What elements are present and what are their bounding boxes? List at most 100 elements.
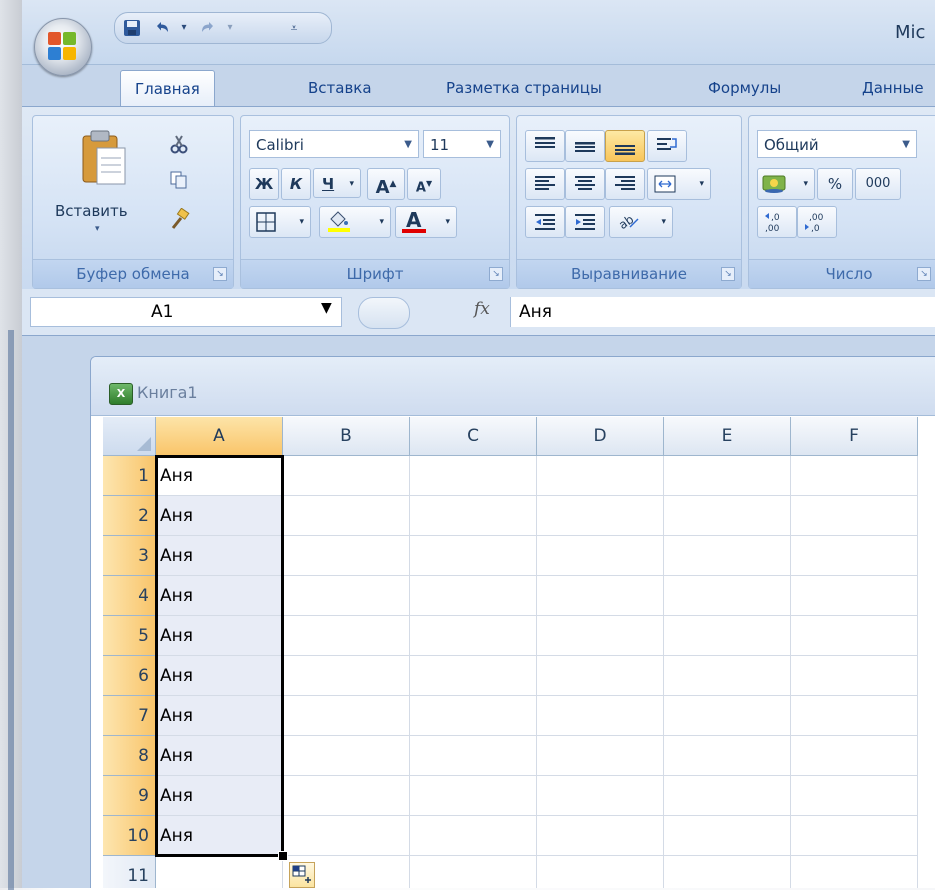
column-header-e[interactable]: E: [664, 417, 791, 456]
auto-fill-options-icon[interactable]: [289, 862, 315, 888]
paste-label[interactable]: Вставить: [55, 202, 128, 220]
cell-b5[interactable]: [283, 616, 410, 656]
cell-c4[interactable]: [410, 576, 537, 616]
column-header-b[interactable]: B: [283, 417, 410, 456]
tab-insert[interactable]: Вставка: [308, 70, 372, 106]
cell-b8[interactable]: [283, 736, 410, 776]
copy-icon[interactable]: [169, 170, 189, 194]
cell-d10[interactable]: [537, 816, 664, 856]
cell-e10[interactable]: [664, 816, 791, 856]
cell-c1[interactable]: [410, 456, 537, 496]
font-name-dropdown-icon[interactable]: ▼: [404, 131, 412, 159]
cell-a5[interactable]: Аня: [156, 616, 283, 656]
row-header-5[interactable]: 5: [103, 616, 156, 656]
cell-f11[interactable]: [791, 856, 918, 888]
formula-input[interactable]: Аня: [510, 297, 935, 327]
cell-d5[interactable]: [537, 616, 664, 656]
row-header-2[interactable]: 2: [103, 496, 156, 536]
cell-c9[interactable]: [410, 776, 537, 816]
cell-a2[interactable]: Аня: [156, 496, 283, 536]
number-launcher-icon[interactable]: ↘: [917, 267, 931, 281]
row-header-3[interactable]: 3: [103, 536, 156, 576]
row-header-1[interactable]: 1: [103, 456, 156, 496]
row-header-6[interactable]: 6: [103, 656, 156, 696]
font-name-combo[interactable]: Calibri ▼: [249, 130, 419, 158]
cell-b3[interactable]: [283, 536, 410, 576]
fill-handle[interactable]: [278, 851, 288, 861]
save-icon[interactable]: [123, 19, 141, 37]
cell-a4[interactable]: Аня: [156, 576, 283, 616]
cell-a7[interactable]: Аня: [156, 696, 283, 736]
cell-b7[interactable]: [283, 696, 410, 736]
underline-dropdown-icon[interactable]: ▾: [349, 169, 354, 199]
font-color-dropdown-icon[interactable]: ▾: [445, 207, 450, 237]
cell-c11[interactable]: [410, 856, 537, 888]
row-header-4[interactable]: 4: [103, 576, 156, 616]
cell-c5[interactable]: [410, 616, 537, 656]
row-header-9[interactable]: 9: [103, 776, 156, 816]
column-header-c[interactable]: C: [410, 417, 537, 456]
redo-icon[interactable]: [199, 19, 217, 37]
name-box-dropdown-icon[interactable]: ▼: [321, 300, 332, 316]
align-center-button[interactable]: [565, 168, 605, 200]
cell-e9[interactable]: [664, 776, 791, 816]
office-button[interactable]: [34, 18, 92, 76]
tab-formulas[interactable]: Формулы: [708, 70, 781, 106]
font-size-dropdown-icon[interactable]: ▼: [486, 131, 494, 159]
cell-f5[interactable]: [791, 616, 918, 656]
thousands-button[interactable]: 000: [855, 168, 901, 200]
cell-a10[interactable]: Аня: [156, 816, 283, 856]
font-color-button[interactable]: A ▾: [395, 206, 457, 238]
grow-font-button[interactable]: A▲: [367, 168, 405, 200]
wrap-text-button[interactable]: [647, 130, 687, 162]
column-header-d[interactable]: D: [537, 417, 664, 456]
cell-a8[interactable]: Аня: [156, 736, 283, 776]
cell-c8[interactable]: [410, 736, 537, 776]
merge-center-button[interactable]: ▾: [647, 168, 711, 200]
increase-indent-button[interactable]: [565, 206, 605, 238]
cell-f7[interactable]: [791, 696, 918, 736]
paste-dropdown-icon[interactable]: ▾: [95, 224, 100, 234]
cell-d11[interactable]: [537, 856, 664, 888]
orientation-button[interactable]: ab ▾: [609, 206, 673, 238]
clipboard-launcher-icon[interactable]: ↘: [213, 267, 227, 281]
number-format-dropdown-icon[interactable]: ▼: [902, 131, 910, 159]
column-header-a[interactable]: A: [156, 417, 283, 456]
cell-d1[interactable]: [537, 456, 664, 496]
cell-e3[interactable]: [664, 536, 791, 576]
cell-f9[interactable]: [791, 776, 918, 816]
formula-splitter[interactable]: [358, 297, 410, 329]
percent-button[interactable]: %: [817, 168, 853, 200]
shrink-font-button[interactable]: A▼: [407, 168, 441, 200]
cell-e6[interactable]: [664, 656, 791, 696]
cell-f8[interactable]: [791, 736, 918, 776]
cell-b10[interactable]: [283, 816, 410, 856]
cell-a3[interactable]: Аня: [156, 536, 283, 576]
cell-d3[interactable]: [537, 536, 664, 576]
cell-d8[interactable]: [537, 736, 664, 776]
cell-f6[interactable]: [791, 656, 918, 696]
underline-button[interactable]: Ч ▾: [313, 168, 361, 198]
currency-button[interactable]: ▾: [757, 168, 815, 200]
italic-button[interactable]: К: [281, 168, 311, 200]
increase-decimal-button[interactable]: ,0,00: [757, 206, 797, 238]
cell-a11[interactable]: [156, 856, 283, 888]
cell-c10[interactable]: [410, 816, 537, 856]
tab-page-layout[interactable]: Разметка страницы: [446, 70, 602, 106]
fill-color-dropdown-icon[interactable]: ▾: [379, 207, 384, 237]
cell-f10[interactable]: [791, 816, 918, 856]
row-header-10[interactable]: 10: [103, 816, 156, 856]
name-box[interactable]: A1 ▼: [30, 297, 342, 327]
cell-d9[interactable]: [537, 776, 664, 816]
merge-dropdown-icon[interactable]: ▾: [699, 169, 704, 199]
cell-d7[interactable]: [537, 696, 664, 736]
cell-d2[interactable]: [537, 496, 664, 536]
cell-b4[interactable]: [283, 576, 410, 616]
row-header-7[interactable]: 7: [103, 696, 156, 736]
format-painter-icon[interactable]: [169, 207, 191, 234]
font-launcher-icon[interactable]: ↘: [489, 267, 503, 281]
customize-icon[interactable]: ⩡: [285, 19, 303, 37]
cell-b1[interactable]: [283, 456, 410, 496]
cell-e8[interactable]: [664, 736, 791, 776]
align-top-button[interactable]: [525, 130, 565, 162]
